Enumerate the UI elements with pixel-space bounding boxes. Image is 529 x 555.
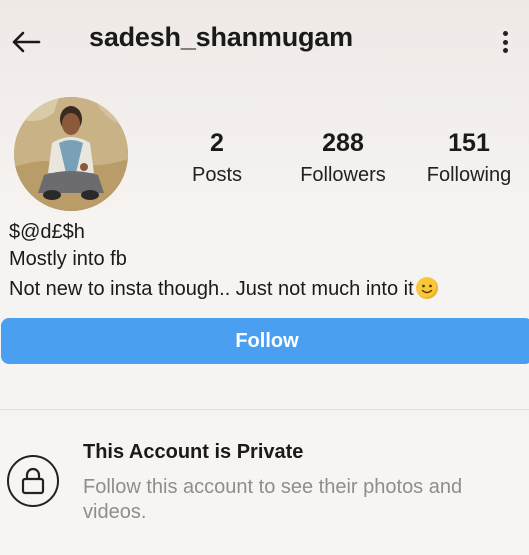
followers-value: 288	[322, 129, 364, 157]
profile-page: sadesh_shanmugam 2 Posts 288 Followers 1…	[0, 0, 529, 555]
posts-value: 2	[210, 129, 224, 157]
following-value: 151	[448, 129, 490, 157]
posts-count[interactable]: 2 Posts	[168, 128, 266, 187]
bio-line-1: Mostly into fb	[9, 248, 127, 270]
smiley-emoji-icon	[415, 277, 438, 299]
arrow-left-icon	[12, 31, 41, 53]
back-button[interactable]	[6, 22, 46, 62]
bio-line-2-container: Not new to insta though.. Just not much …	[9, 277, 438, 301]
private-account-title: This Account is Private	[83, 441, 304, 463]
profile-photo	[14, 97, 128, 211]
following-count[interactable]: 151 Following	[420, 128, 518, 187]
bio-display-name: $@d£$h	[9, 221, 85, 243]
following-label: Following	[426, 164, 512, 186]
followers-label: Followers	[300, 164, 386, 186]
section-divider	[0, 409, 529, 410]
posts-label: Posts	[191, 164, 243, 186]
vertical-dots-icon	[502, 31, 508, 36]
profile-username: sadesh_shanmugam	[89, 22, 353, 52]
follow-button[interactable]: Follow	[1, 318, 529, 364]
followers-count[interactable]: 288 Followers	[290, 128, 396, 187]
private-account-description: Follow this account to see their photos …	[83, 476, 463, 523]
more-options-button[interactable]	[493, 24, 517, 60]
bio-line-2: Not new to insta though.. Just not much …	[9, 278, 414, 300]
profile-avatar[interactable]	[14, 97, 128, 211]
lock-icon	[7, 455, 59, 507]
